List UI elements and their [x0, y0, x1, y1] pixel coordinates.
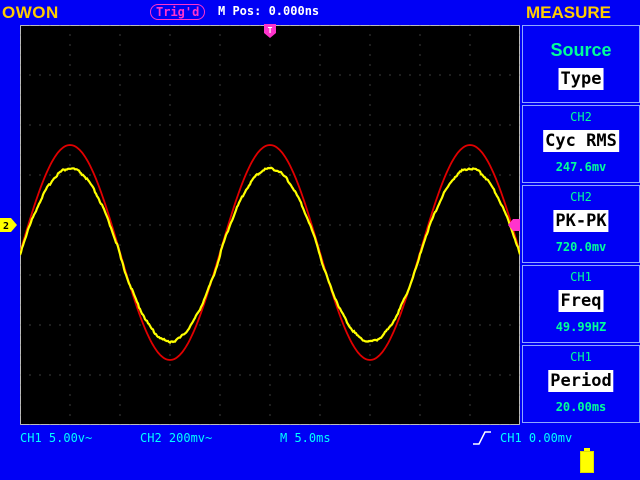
source-type-button[interactable]: Source Type: [522, 25, 640, 103]
brand-logo: OWON: [2, 3, 59, 22]
measurement-type: Period: [548, 370, 614, 392]
horizontal-position-readout: M Pos: 0.000ns: [218, 4, 320, 18]
battery-icon: [580, 448, 594, 473]
measurement-channel: CH1: [570, 350, 592, 364]
timebase-readout: M 5.0ms: [280, 431, 331, 445]
measurement-channel: CH2: [570, 110, 592, 124]
waveform-plot: [20, 25, 520, 425]
type-label: Type: [558, 68, 604, 90]
measurement-channel: CH2: [570, 190, 592, 204]
trigger-position-marker[interactable]: T: [264, 24, 276, 38]
ch2-ground-marker[interactable]: 2: [0, 218, 18, 232]
ch2-trace: [20, 144, 520, 361]
measurement-type: Cyc RMS: [543, 130, 619, 152]
menu-title: MEASURE: [526, 3, 612, 22]
trigger-level-marker[interactable]: [508, 219, 520, 231]
measurement-channel: CH1: [570, 270, 592, 284]
measurement-slot-1[interactable]: CH2 Cyc RMS 247.6mv: [522, 105, 640, 183]
measurement-value: 247.6mv: [555, 160, 607, 174]
trigger-level-readout: CH1 0.00mv: [500, 431, 573, 445]
measurement-slot-2[interactable]: CH2 PK-PK 720.0mv: [522, 185, 640, 263]
measure-menu: Source Type CH2 Cyc RMS 247.6mv CH2 PK-P…: [522, 25, 640, 425]
rising-edge-icon: [473, 431, 491, 445]
measurement-type: PK-PK: [553, 210, 609, 232]
ch2-scale-readout: CH2 200mv~: [140, 431, 213, 445]
measurement-slot-3[interactable]: CH1 Freq 49.99HZ: [522, 265, 640, 343]
svg-text:T: T: [268, 26, 273, 35]
measurement-value: 720.0mv: [555, 240, 607, 254]
svg-text:2: 2: [3, 221, 9, 232]
trigger-status-badge: Trig'd: [150, 4, 206, 20]
measurement-value: 20.00ms: [555, 400, 607, 414]
measurement-type: Freq: [558, 290, 604, 312]
measurement-slot-4[interactable]: CH1 Period 20.00ms: [522, 345, 640, 423]
ch1-scale-readout: CH1 5.00v~: [20, 431, 93, 445]
source-label: Source: [550, 40, 612, 60]
graticule-grid: [20, 25, 520, 425]
measurement-value: 49.99HZ: [555, 320, 607, 334]
